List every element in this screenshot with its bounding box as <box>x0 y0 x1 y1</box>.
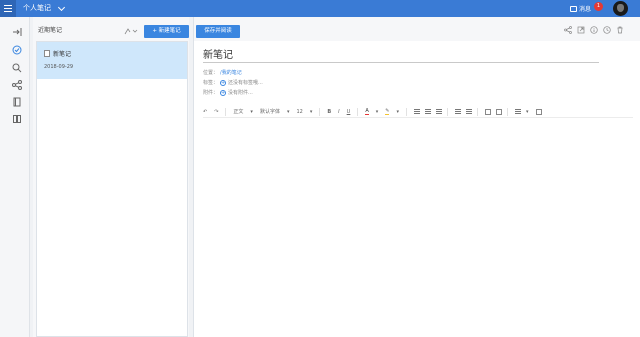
format-toolbar: ↶ ↷ 正文 ▾ 默认字体 ▾ 12 ▾ B I U A ▾ ✎ ▾ ▾ <box>203 106 633 118</box>
share-icon[interactable] <box>12 80 22 90</box>
bookshelf-icon[interactable] <box>12 114 22 124</box>
export-icon[interactable] <box>577 26 585 34</box>
editor-actions <box>564 26 636 35</box>
tags-label: 标签： <box>203 80 219 86</box>
font-select[interactable]: 默认字体 <box>260 108 280 115</box>
note-check-icon[interactable] <box>12 45 22 55</box>
notes-list-panel: 近期笔记 + 新建笔记 新笔记 2018-09-29 <box>33 17 189 337</box>
divider <box>506 107 508 116</box>
notes-list-header: 近期笔记 + 新建笔记 <box>33 17 189 41</box>
notebook-icon[interactable] <box>12 97 22 107</box>
history-icon[interactable] <box>603 26 611 34</box>
link-icon[interactable] <box>495 108 502 115</box>
divider <box>405 107 407 116</box>
chevron-down-icon[interactable]: ▾ <box>310 109 313 115</box>
image-icon[interactable] <box>535 108 542 115</box>
search-icon[interactable] <box>12 63 22 73</box>
attachments-row: 附件： + 没有附件... <box>203 89 253 96</box>
note-title-input[interactable]: 新笔记 <box>203 46 599 63</box>
user-avatar[interactable] <box>613 1 628 16</box>
note-item-title: 新笔记 <box>53 51 72 58</box>
sort-icon <box>124 28 138 35</box>
tags-placeholder[interactable]: 还没有标签哦... <box>228 79 263 86</box>
divider <box>446 107 448 116</box>
attachments-label: 附件： <box>203 90 219 96</box>
chevron-down-icon[interactable]: ▾ <box>526 109 529 115</box>
delete-icon[interactable] <box>616 26 624 34</box>
location-link[interactable]: /我的笔记 <box>220 69 242 76</box>
bold-button[interactable]: B <box>327 109 331 115</box>
divider <box>476 107 478 116</box>
notes-list: 新笔记 2018-09-29 <box>36 41 188 337</box>
divider <box>357 107 359 116</box>
paragraph-select[interactable]: 正文 <box>233 108 243 115</box>
location-row: 位置： /我的笔记 <box>203 69 242 76</box>
editor-toolbar: 保存并阅读 <box>194 17 640 41</box>
tags-row: 标签： + 还没有标签哦... <box>203 79 263 86</box>
font-size-select[interactable]: 12 <box>296 109 302 115</box>
chevron-down-icon[interactable]: ▾ <box>250 109 253 115</box>
undo-icon[interactable]: ↶ <box>203 109 207 115</box>
sort-dropdown[interactable] <box>124 28 138 35</box>
note-editor: 保存并阅读 新笔记 位置： /我的笔记 标签： + 还没有标签哦... 附件： … <box>193 17 640 337</box>
divider <box>319 107 321 116</box>
checkbox-icon[interactable] <box>484 108 491 115</box>
location-label: 位置： <box>203 70 219 76</box>
menu-icon[interactable] <box>0 0 16 17</box>
app-title[interactable]: 个人笔记 <box>23 0 51 17</box>
info-icon[interactable] <box>590 26 598 34</box>
note-item-date: 2018-09-29 <box>44 64 74 70</box>
chevron-down-icon[interactable]: ▾ <box>376 109 379 115</box>
italic-button[interactable]: I <box>338 109 339 115</box>
attachments-placeholder[interactable]: 没有附件... <box>228 89 253 96</box>
icon-rail <box>0 17 30 337</box>
ordered-list-icon[interactable] <box>454 109 461 114</box>
message-icon <box>570 5 577 12</box>
chevron-down-icon[interactable]: ▾ <box>396 109 399 115</box>
unordered-list-icon[interactable] <box>465 109 472 114</box>
redo-icon[interactable]: ↷ <box>214 109 218 115</box>
align-left-icon[interactable] <box>413 109 420 114</box>
save-and-read-button[interactable]: 保存并阅读 <box>196 25 240 38</box>
top-bar: 个人笔记 消息 1 <box>0 0 640 17</box>
add-tag-icon[interactable]: + <box>220 79 227 86</box>
align-center-icon[interactable] <box>424 109 431 114</box>
font-color-button[interactable]: A <box>365 108 369 115</box>
messages-label: 消息 <box>579 6 592 13</box>
chevron-down-icon[interactable] <box>57 3 66 12</box>
new-note-button[interactable]: + 新建笔记 <box>144 25 189 38</box>
message-count-badge: 1 <box>594 2 603 11</box>
messages-button[interactable]: 消息 <box>570 0 591 17</box>
chevron-down-icon[interactable]: ▾ <box>287 109 290 115</box>
table-icon[interactable] <box>514 109 521 114</box>
share-icon[interactable] <box>564 26 572 34</box>
underline-button[interactable]: U <box>347 109 351 115</box>
divider <box>225 107 227 116</box>
note-icon <box>44 50 50 57</box>
collapse-icon[interactable] <box>12 27 22 37</box>
list-item[interactable]: 新笔记 2018-09-29 <box>37 42 187 79</box>
highlight-icon[interactable]: ✎ <box>385 108 390 115</box>
add-attachment-icon[interactable]: + <box>220 89 227 96</box>
align-right-icon[interactable] <box>435 109 442 114</box>
